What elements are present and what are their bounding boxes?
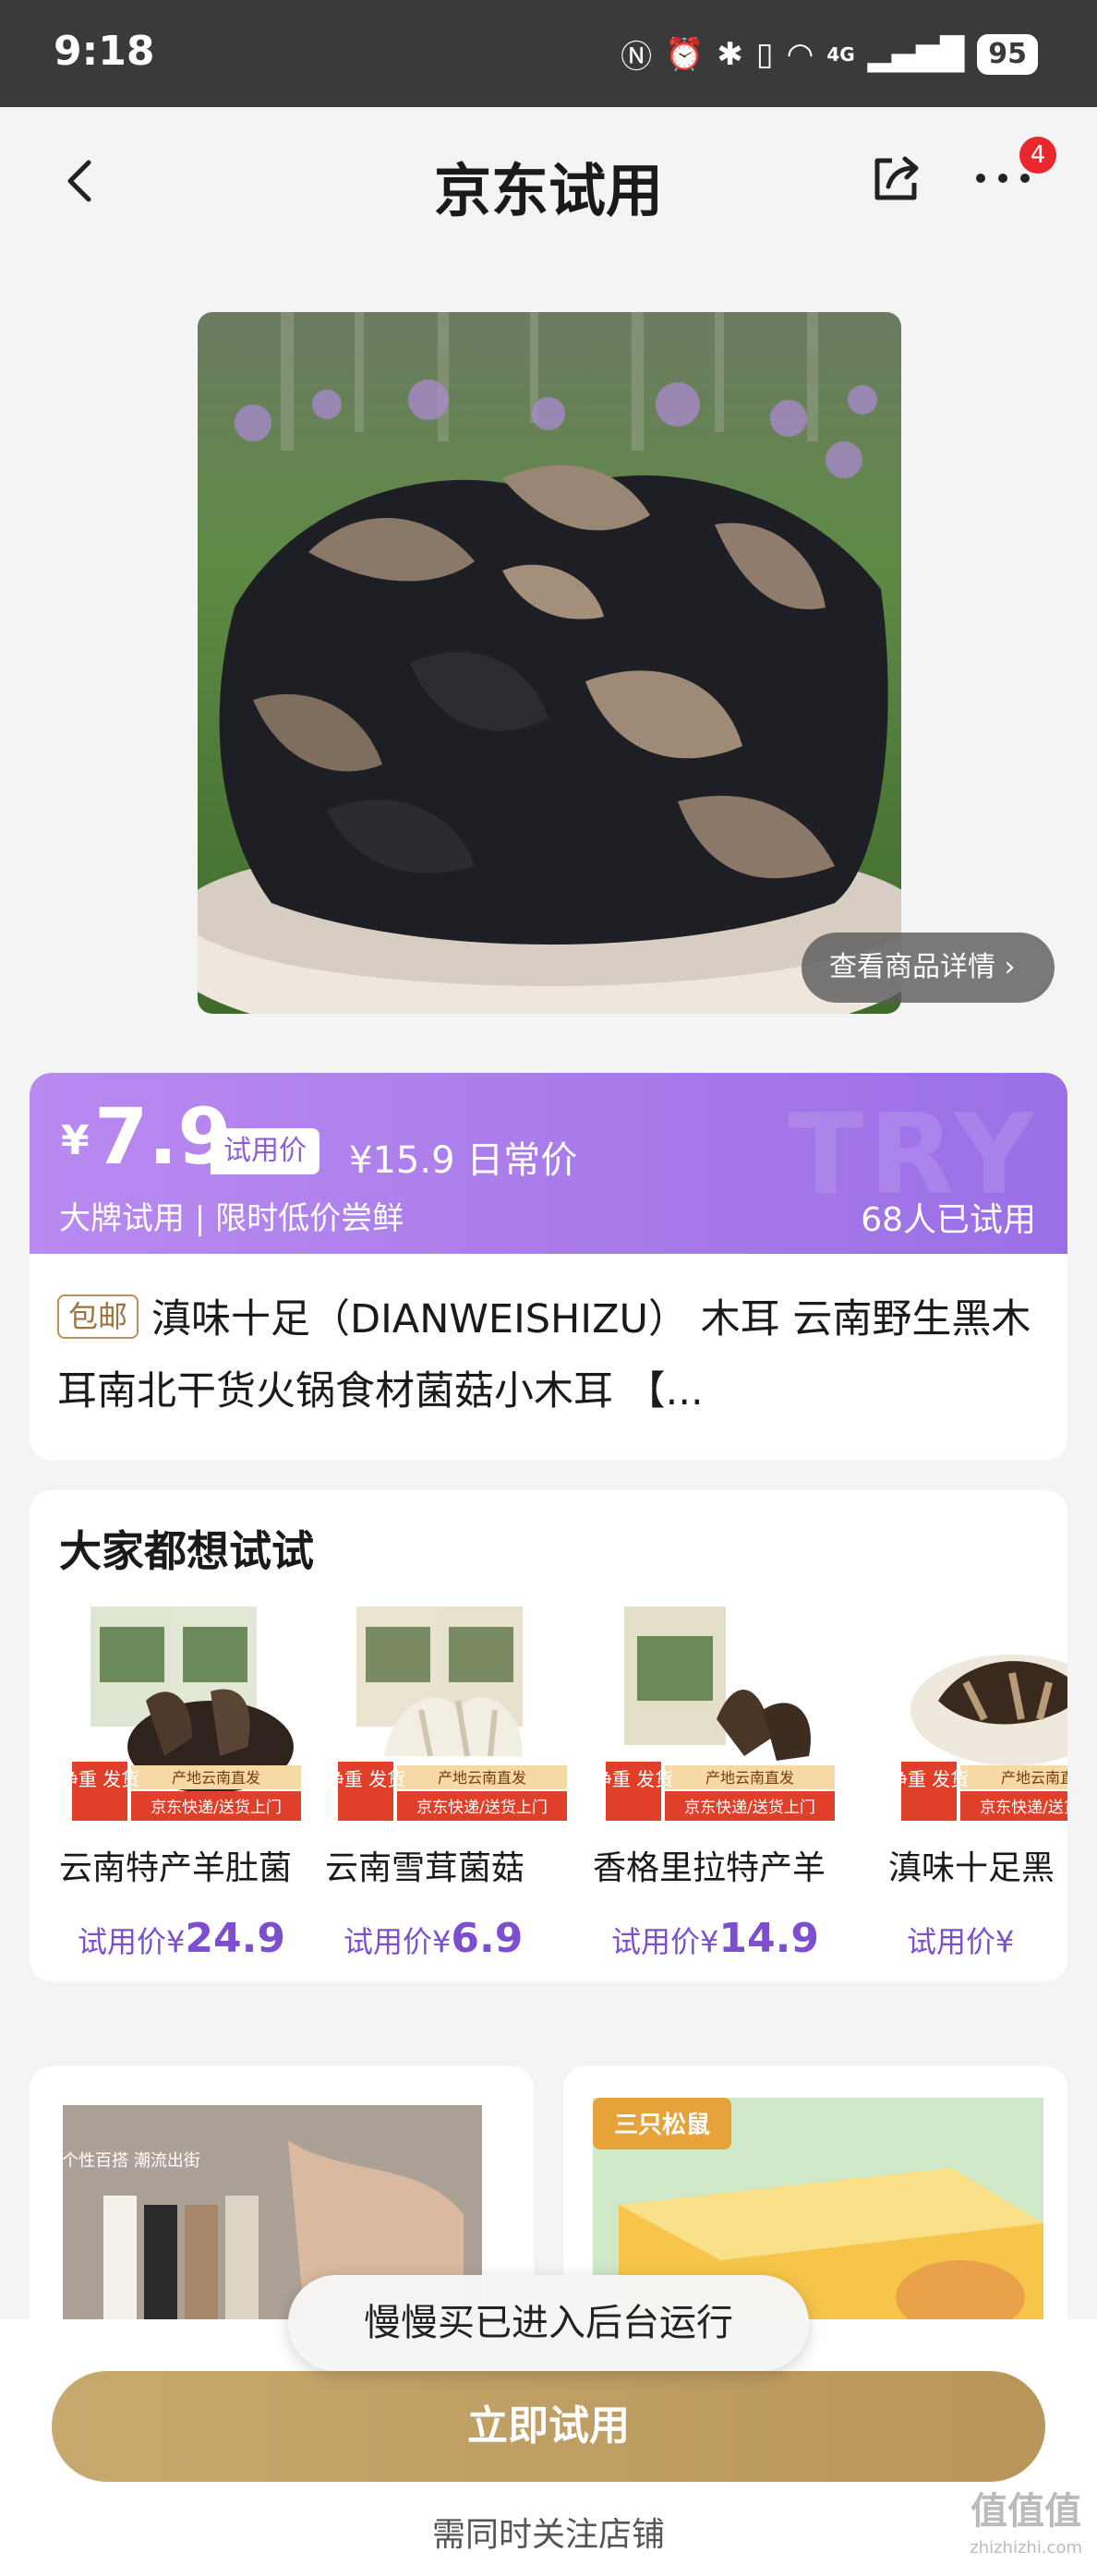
rec-item-name: 香格里拉特产羊 [593,1849,826,1887]
tried-count: 68人已试用 [861,1201,1036,1239]
thumb-delivery-2: 京东快递/送货上门 [416,1799,548,1817]
view-details-button[interactable]: 查看商品详情 › [802,933,1055,1003]
wood-ear-mushroom-photo [198,312,901,1014]
trial-price-tag: 试用价 [211,1128,319,1174]
thumb-left-badge-4: 净重 发货 [901,1768,969,1790]
thumb-origin-4: 产地云南直发 [1001,1769,1067,1787]
rec-item-name: 云南雪茸菌菇 [325,1849,525,1887]
network-label: 4G [826,42,855,66]
status-bar: 9:18 Ⓝ ⏰ ✱ ▯ ◠ 4G ▂▄▆█ 95 [0,0,1097,107]
thumb-left-badge-2: 净重 发货 [338,1768,405,1790]
thumb-left-badge-1: 净重 发货 [72,1768,139,1790]
regular-price: ¥15.9 日常价 [349,1139,578,1182]
snow-fungus-product-thumb: 净重 发货 产地云南直发 京东快递/送货上门 [338,1607,567,1821]
product-title-text: 滇味十足（DIANWEISHIZU） 木耳 云南野生黑木耳南北干货火锅食材菌菇小… [57,1296,1031,1414]
thumb-delivery-4: 京东快递/送货上门 [980,1799,1067,1817]
nav-bar: 京东试用 4 [0,107,1097,255]
banner-slogan: 大牌试用 | 限时低价尝鲜 [59,1200,404,1237]
snack-brand-logo: 三只松鼠 [614,2112,710,2139]
product-image[interactable] [198,312,901,1014]
socks-slogan: 个性百搭 潮流出街 [62,2151,200,2171]
recommendations-card: 大家都想试试 净重 发货 产地云南直发 京东快递/送货上门 云南特产羊肚菌 试用… [30,1490,1067,1981]
recommendations-title: 大家都想试试 [59,1526,314,1576]
vibrate-icon: ▯ [755,35,774,73]
price-banner: TRY ¥ 7.9 试用价 ¥15.9 日常价 大牌试用 | 限时低价尝鲜 68… [30,1073,1067,1254]
product-title: 包邮 滇味十足（DIANWEISHIZU） 木耳 云南野生黑木耳南北干货火锅食材菌… [57,1283,1045,1427]
thumb-origin-1: 产地云南直发 [172,1769,260,1787]
dried-mushroom-thumb: 净重 发货 产地云南直发 京东快递/送货上门 [901,1655,1067,1821]
nfc-icon: Ⓝ [621,39,653,76]
bluetooth-icon: ✱ [717,35,743,73]
free-shipping-badge: 包邮 [57,1294,139,1339]
follow-store-note: 需同时关注店铺 [431,2516,665,2554]
status-time: 9:18 [54,28,155,75]
status-icons: Ⓝ ⏰ ✱ ▯ ◠ 4G ▂▄▆█ 95 [621,31,1038,77]
thumb-origin-3: 产地云南直发 [705,1769,794,1787]
signal-icon: ▂▄▆█ [867,35,965,73]
rec-item[interactable]: 净重 发货 产地云南直发 京东快递/送货上门 云南雪茸菌菇 试用价¥6.9 [325,1599,580,1968]
share-icon[interactable] [868,151,923,207]
rec-item[interactable]: 净重 发货 产地云南直发 京东快递/送货上门 香格里拉特产羊 试用价¥14.9 [593,1599,848,1968]
notification-badge: 4 [1019,137,1056,174]
more-icon[interactable] [973,164,1032,192]
shangri-la-morel-thumb: 净重 发货 产地云南直发 京东快递/送货上门 [606,1607,835,1821]
rec-item-price: 试用价¥6.9 [344,1915,524,1962]
price-card: TRY ¥ 7.9 试用价 ¥15.9 日常价 大牌试用 | 限时低价尝鲜 68… [30,1073,1067,1461]
page-title: 京东试用 [433,157,663,224]
apply-trial-button[interactable]: 立即试用 [52,2371,1045,2482]
wifi-icon: ◠ [786,35,814,73]
currency-symbol: ¥ [61,1117,90,1164]
background-run-toast: 慢慢买已进入后台运行 [288,2275,809,2371]
rec-item-price: 试用价¥14.9 [611,1915,819,1962]
rec-item-name: 滇味十足黑 [888,1849,1055,1887]
thumb-left-badge-3: 净重 发货 [606,1768,673,1790]
thumb-origin-2: 产地云南直发 [438,1769,526,1787]
thumb-delivery-3: 京东快递/送货上门 [684,1799,815,1817]
battery-indicator: 95 [977,33,1038,75]
rec-item-name: 云南特产羊肚菌 [59,1849,293,1887]
thumb-delivery-1: 京东快递/送货上门 [151,1799,282,1817]
morel-product-thumb: 净重 发货 产地云南直发 京东快递/送货上门 [72,1607,301,1821]
rec-item-price: 试用价¥24.9 [78,1915,285,1962]
rec-item[interactable]: 净重 发货 产地云南直发 京东快递/送货上门 云南特产羊肚菌 试用价¥24.9 [59,1599,314,1968]
rec-item[interactable]: 净重 发货 产地云南直发 京东快递/送货上门 滇味十足黑 试用价¥ [888,1599,1067,1968]
rec-item-price: 试用价¥ [907,1924,1015,1959]
site-watermark: 值值值 zhizhizhi.com [970,2490,1082,2558]
alarm-icon: ⏰ [665,35,705,73]
